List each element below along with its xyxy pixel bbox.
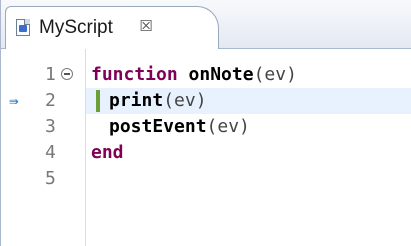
code-line[interactable]: 4 end — [1, 140, 411, 166]
fold-toggle-icon[interactable] — [61, 68, 73, 80]
code-editor[interactable]: 1 function onNote(ev) ⇛ 2 print(ev) 3 postEven… — [1, 49, 411, 246]
keyword-token: end — [91, 142, 124, 163]
code-line[interactable]: ⇛ 2 print(ev) — [1, 88, 411, 114]
code-text: end — [91, 140, 124, 166]
identifier-token: onNote — [188, 64, 254, 85]
code-line[interactable]: 1 function onNote(ev) — [1, 62, 411, 88]
code-text: postEvent(ev) — [109, 114, 250, 140]
code-text: print(ev) — [109, 88, 207, 114]
argument-token: (ev) — [206, 116, 250, 137]
code-text: function onNote(ev) — [91, 62, 297, 88]
line-number: 5 — [45, 168, 56, 189]
close-icon[interactable]: ☒ — [136, 16, 156, 36]
tab-title: MyScript — [39, 17, 113, 38]
tab-bar: MyScript ☒ — [1, 0, 411, 49]
line-number: 2 — [45, 90, 56, 111]
line-number: 3 — [45, 116, 56, 137]
script-file-icon — [16, 19, 30, 36]
code-line[interactable]: 3 postEvent(ev) — [1, 114, 411, 140]
editor-window: MyScript ☒ 1 function onNote(ev) ⇛ 2 print(e… — [0, 0, 411, 246]
debug-line-marker — [96, 90, 100, 112]
argument-token: (ev) — [253, 64, 297, 85]
identifier-token: postEvent — [109, 116, 207, 137]
identifier-token: print — [109, 90, 164, 111]
code-line[interactable]: 5 — [1, 166, 411, 192]
tab-myscript[interactable]: MyScript ☒ — [5, 6, 219, 49]
debug-arrow-icon: ⇛ — [9, 91, 19, 110]
argument-token: (ev) — [163, 90, 207, 111]
line-number: 4 — [45, 142, 56, 163]
keyword-token: function — [91, 64, 189, 85]
